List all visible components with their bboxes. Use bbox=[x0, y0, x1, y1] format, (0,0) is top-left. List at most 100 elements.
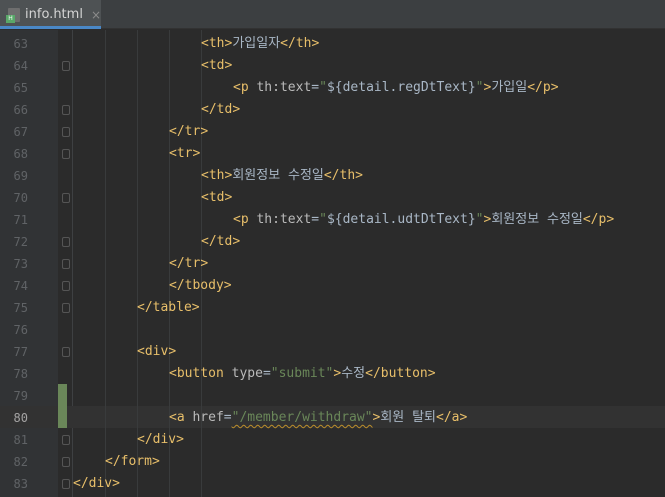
code-line[interactable]: 65 <p th:text="${detail.regDtText}">가입일</… bbox=[0, 77, 665, 99]
token-tag: </ bbox=[280, 36, 296, 51]
code-line[interactable]: 83 </div> bbox=[0, 473, 665, 495]
token-tag: > bbox=[224, 190, 233, 205]
token-txt: ${detail.regDtText} bbox=[326, 80, 476, 95]
token-tname: button bbox=[380, 366, 428, 381]
fold-icon[interactable] bbox=[62, 281, 70, 291]
code-line[interactable]: 66 </td> bbox=[0, 99, 665, 121]
code-content: <th>가입일자</th> bbox=[201, 33, 319, 55]
close-icon[interactable]: × bbox=[91, 8, 101, 22]
token-attr: th:text bbox=[256, 80, 312, 95]
token-tag: < bbox=[201, 168, 209, 183]
token-tag: > bbox=[459, 410, 468, 425]
fold-icon[interactable] bbox=[62, 237, 70, 247]
token-tag: > bbox=[232, 234, 241, 249]
code-content: </tr> bbox=[169, 253, 208, 275]
line-number: 78 bbox=[13, 367, 28, 381]
fold-icon[interactable] bbox=[62, 149, 70, 159]
line-number: 70 bbox=[13, 191, 28, 205]
fold-icon[interactable] bbox=[62, 479, 70, 489]
code-line[interactable]: 68 <tr> bbox=[0, 143, 665, 165]
code-content: <div> bbox=[137, 341, 176, 363]
tab-title: info.html bbox=[25, 7, 83, 22]
line-number: 75 bbox=[13, 301, 28, 315]
code-content: </tr> bbox=[169, 121, 208, 143]
token-tag: < bbox=[169, 146, 177, 161]
token-tag: < bbox=[233, 80, 241, 95]
token-txt: 회원 탈퇴 bbox=[380, 410, 437, 425]
token-tag: < bbox=[169, 410, 177, 425]
fold-icon[interactable] bbox=[62, 105, 70, 115]
line-number: 77 bbox=[13, 345, 28, 359]
fold-icon[interactable] bbox=[62, 127, 70, 137]
fold-icon[interactable] bbox=[62, 303, 70, 313]
fold-icon[interactable] bbox=[62, 457, 70, 467]
token-str: " bbox=[319, 80, 327, 95]
line-number: 63 bbox=[13, 37, 28, 51]
fold-icon[interactable] bbox=[62, 347, 70, 357]
line-number: 64 bbox=[13, 59, 28, 73]
token-tag: </ bbox=[201, 102, 217, 117]
token-txt: ${detail.udtDtText} bbox=[326, 212, 476, 227]
token-tag: > bbox=[151, 454, 160, 469]
fold-icon[interactable] bbox=[62, 259, 70, 269]
code-content: </form> bbox=[105, 451, 160, 473]
code-line[interactable]: 82 </form> bbox=[0, 451, 665, 473]
code-line[interactable]: 81 </div> bbox=[0, 429, 665, 451]
token-tname: tbody bbox=[184, 278, 224, 293]
code-content: </td> bbox=[201, 99, 240, 121]
code-content: <button type="submit">수정</button> bbox=[169, 363, 436, 385]
fold-icon[interactable] bbox=[62, 193, 70, 203]
token-tname: p bbox=[542, 80, 551, 95]
code-line[interactable]: 63 <th>가입일자</th> bbox=[0, 33, 665, 55]
code-line[interactable]: 80 <a href="/member/withdraw">회원 탈퇴</a> bbox=[0, 407, 665, 429]
code-content: </div> bbox=[137, 429, 184, 451]
code-line[interactable]: 78 <button type="submit">수정</button> bbox=[0, 363, 665, 385]
code-line[interactable]: 64 <td> bbox=[0, 55, 665, 77]
fold-icon[interactable] bbox=[62, 61, 70, 71]
token-tname: tr bbox=[184, 256, 201, 271]
token-str: " bbox=[319, 212, 327, 227]
code-line[interactable]: 73 </tr> bbox=[0, 253, 665, 275]
token-tname: button bbox=[176, 366, 224, 381]
token-txt: = bbox=[223, 410, 232, 425]
token-tag: </ bbox=[527, 80, 543, 95]
code-line[interactable]: 69 <th>회원정보 수정일</th> bbox=[0, 165, 665, 187]
code-content: <p th:text="${detail.regDtText}">가입일</p> bbox=[233, 77, 559, 99]
token-txt: 수정 bbox=[341, 366, 366, 381]
line-number: 79 bbox=[13, 389, 28, 403]
code-line[interactable]: 75 </table> bbox=[0, 297, 665, 319]
code-line[interactable]: 71 <p th:text="${detail.udtDtText}">회원정보 … bbox=[0, 209, 665, 231]
token-str: "submit" bbox=[270, 366, 334, 381]
code-line[interactable]: 79 bbox=[0, 385, 665, 407]
code-line[interactable]: 70 <td> bbox=[0, 187, 665, 209]
token-txt: = bbox=[262, 366, 271, 381]
token-tname: form bbox=[120, 454, 152, 469]
code-content: </td> bbox=[201, 231, 240, 253]
fold-icon[interactable] bbox=[62, 435, 70, 445]
code-line[interactable]: 74 </tbody> bbox=[0, 275, 665, 297]
token-tag: > bbox=[176, 432, 184, 447]
tab-info-html[interactable]: H info.html × bbox=[0, 0, 101, 29]
token-tag: < bbox=[137, 344, 145, 359]
token-tag: > bbox=[550, 80, 559, 95]
code-line[interactable]: 67 </tr> bbox=[0, 121, 665, 143]
token-tname: th bbox=[208, 168, 225, 183]
code-line[interactable]: 76 bbox=[0, 319, 665, 341]
code-line[interactable]: 77 <div> bbox=[0, 341, 665, 363]
token-tag: </ bbox=[105, 454, 121, 469]
line-number: 80 bbox=[13, 411, 28, 425]
token-tag: > bbox=[606, 212, 615, 227]
token-txt: = bbox=[311, 80, 320, 95]
code-content: <tr> bbox=[169, 143, 200, 165]
line-number: 73 bbox=[13, 257, 28, 271]
code-line[interactable]: 72 </td> bbox=[0, 231, 665, 253]
token-tag: < bbox=[169, 366, 177, 381]
code-content: <td> bbox=[201, 187, 232, 209]
html-file-icon: H bbox=[6, 7, 20, 23]
code-content: </tbody> bbox=[169, 275, 232, 297]
token-tname: div bbox=[152, 432, 177, 447]
token-tag: > bbox=[200, 256, 209, 271]
line-number: 66 bbox=[13, 103, 28, 117]
token-txt: = bbox=[311, 212, 320, 227]
